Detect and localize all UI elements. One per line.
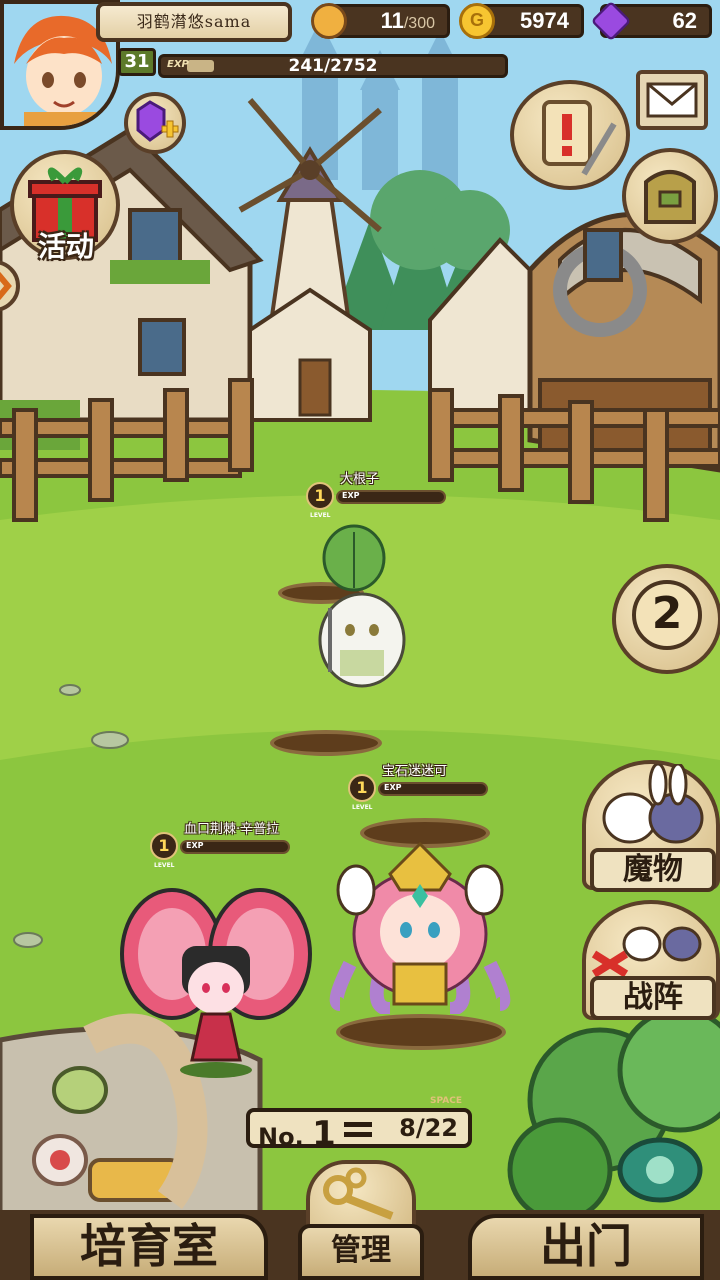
event-label: 活动 [37,230,94,263]
monster-name: 宝石迷迷可 [382,764,448,779]
monster-hole [270,730,382,756]
scroll-quill-icon [542,100,617,176]
mail-button[interactable] [636,70,708,130]
gem-value: 62 [672,8,697,33]
player-name: 羽鹤潸悠sama [96,2,292,42]
exit-label: 出门 [540,1219,632,1273]
gem-counter[interactable]: 62 [590,0,712,42]
monster-name: 血口荆棘·辛普拉 [184,822,280,837]
monster-bunnies-icon [602,762,704,844]
space-value: 8/22 [399,1114,458,1142]
monster-label: 魔物 [590,848,716,892]
stage-number: 2 [632,580,702,650]
formation-icon [591,926,702,978]
manage-label: 管理 [331,1233,391,1268]
inventory-bag-button[interactable] [622,148,718,244]
monster-exp-bar: EXP [180,840,290,854]
game-scene: 羽鹤潸悠sama 11/300 G 5974 62 31 EXP 241/275… [0,0,720,1280]
gold-counter[interactable]: G 5974 [459,3,584,39]
space-no: No. 1 [258,1114,336,1154]
player-level: 31 [118,48,156,76]
monster-hole [336,1014,506,1050]
stage-button[interactable]: 2 [612,564,720,674]
bread-icon [311,3,347,39]
gem-plus-icon [136,100,179,142]
stamina-value: 11 [380,8,404,33]
equals-icon [344,1122,372,1137]
manage-button[interactable]: 管理 [298,1224,424,1280]
quest-scroll-button[interactable] [510,80,630,190]
space-counter: No. 1 SPACE 8/22 [246,1096,472,1154]
gem-octopus-monster[interactable] [320,834,520,1014]
monster-level: 1 LEVEL [348,774,376,811]
space-label: SPACE [430,1096,462,1106]
monster-exp-bar: EXP [336,490,446,504]
envelope-icon [646,82,698,118]
exit-button[interactable]: 出门 [468,1214,704,1280]
exp-bar: EXP 241/2752 [158,54,508,78]
nursery-label: 培育室 [80,1219,218,1273]
backpack-icon [644,170,696,224]
exp-text: 241/2752 [288,56,378,76]
team-label: 战阵 [590,976,716,1020]
chevron-right-icon [0,272,12,300]
nursery-button[interactable]: 培育室 [30,1214,268,1280]
monster-exp-bar: EXP [378,782,488,796]
stamina-max: /300 [403,15,435,32]
monster-name: 大根子 [340,472,380,487]
gold-coin-icon: G [459,3,495,39]
add-gem-button[interactable] [124,92,186,154]
venus-flytrap-monster[interactable] [116,884,316,1084]
monster-level: 1 LEVEL [306,482,334,519]
manage-key-icon [306,1160,416,1234]
radish-monster[interactable] [308,522,418,692]
gold-value: 5974 [520,8,569,33]
stamina-counter[interactable]: 11/300 [311,3,450,39]
monster-level: 1 LEVEL [150,832,178,869]
